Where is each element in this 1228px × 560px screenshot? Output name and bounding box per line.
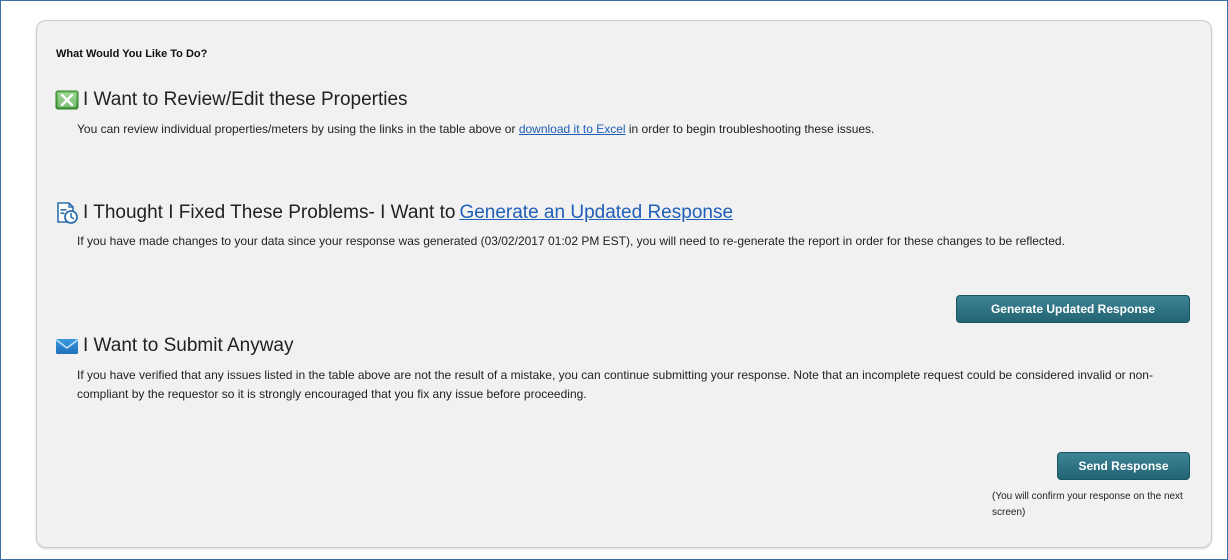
review-text-after: in order to begin troubleshooting these … bbox=[625, 122, 875, 136]
panel-heading: What Would You Like To Do? bbox=[56, 48, 208, 60]
regenerate-description: If you have made changes to your data si… bbox=[77, 234, 1065, 248]
action-panel: What Would You Like To Do? I Want to Rev… bbox=[36, 20, 1212, 548]
regenerate-section-title: I Thought I Fixed These Problems- I Want… bbox=[55, 202, 733, 224]
review-description: You can review individual properties/met… bbox=[77, 120, 1192, 139]
generate-response-link[interactable]: Generate an Updated Response bbox=[459, 202, 733, 224]
review-section-title: I Want to Review/Edit these Properties bbox=[55, 89, 408, 111]
page-frame: What Would You Like To Do? I Want to Rev… bbox=[0, 0, 1228, 560]
excel-icon bbox=[55, 90, 79, 110]
generate-updated-response-button[interactable]: Generate Updated Response bbox=[956, 295, 1190, 323]
confirm-note: (You will confirm your response on the n… bbox=[992, 491, 1183, 518]
report-clock-icon bbox=[57, 202, 78, 224]
review-text-before: You can review individual properties/met… bbox=[77, 122, 519, 136]
regenerate-title-prefix: I Thought I Fixed These Problems- I Want… bbox=[83, 202, 456, 223]
review-title-text: I Want to Review/Edit these Properties bbox=[83, 89, 408, 110]
download-excel-link[interactable]: download it to Excel bbox=[519, 122, 626, 136]
envelope-icon bbox=[56, 339, 78, 354]
send-response-button[interactable]: Send Response bbox=[1057, 452, 1190, 480]
submit-section-title: I Want to Submit Anyway bbox=[55, 335, 294, 357]
submit-title-text: I Want to Submit Anyway bbox=[83, 335, 294, 356]
submit-description: If you have verified that any issues lis… bbox=[77, 368, 1153, 401]
